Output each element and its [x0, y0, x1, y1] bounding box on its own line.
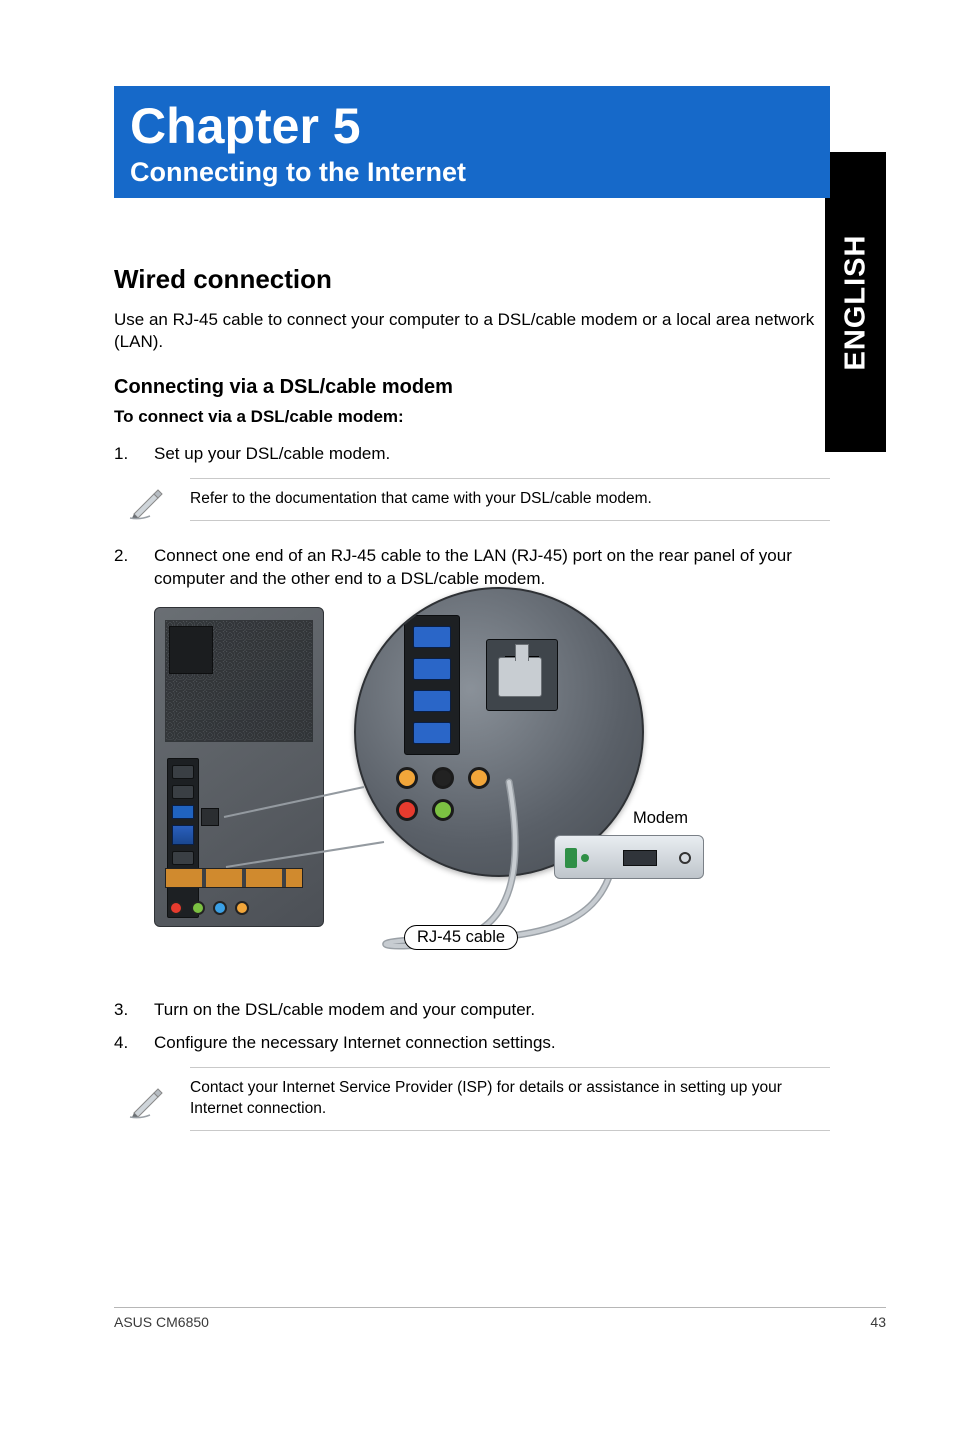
subsection-heading: Connecting via a DSL/cable modem	[114, 376, 830, 399]
step-2: 2. Connect one end of an RJ-45 cable to …	[114, 545, 830, 591]
pc-tower-rear	[154, 607, 324, 927]
step-4-number: 4.	[114, 1032, 154, 1055]
subsection-lead: To connect via a DSL/cable modem:	[114, 407, 830, 427]
pen-icon	[128, 480, 168, 520]
page-footer: ASUS CM6850 43	[114, 1307, 886, 1330]
chapter-subtitle: Connecting to the Internet	[130, 157, 814, 188]
modem-label: Modem	[633, 809, 688, 828]
step-3-number: 3.	[114, 999, 154, 1022]
step-3-text: Turn on the DSL/cable modem and your com…	[154, 999, 830, 1022]
connection-diagram: Modem RJ-45 cable	[154, 607, 684, 967]
chapter-title: Chapter 5	[130, 100, 814, 153]
note-2: Contact your Internet Service Provider (…	[114, 1067, 830, 1131]
step-1: 1. Set up your DSL/cable modem.	[114, 443, 830, 466]
zoom-bubble	[354, 587, 644, 877]
chapter-banner: Chapter 5 Connecting to the Internet	[114, 86, 830, 198]
step-1-number: 1.	[114, 443, 154, 466]
step-4: 4. Configure the necessary Internet conn…	[114, 1032, 830, 1055]
note-2-text: Contact your Internet Service Provider (…	[190, 1067, 830, 1131]
note-1: Refer to the documentation that came wit…	[114, 478, 830, 521]
rj45-cable-label: RJ-45 cable	[404, 925, 518, 950]
step-2-text: Connect one end of an RJ-45 cable to the…	[154, 545, 830, 591]
page-body: Chapter 5 Connecting to the Internet Wir…	[114, 86, 886, 1326]
step-1-text: Set up your DSL/cable modem.	[154, 443, 830, 466]
modem-icon	[554, 835, 704, 879]
note-1-text: Refer to the documentation that came wit…	[190, 478, 830, 521]
section-heading: Wired connection	[114, 264, 830, 295]
step-3: 3. Turn on the DSL/cable modem and your …	[114, 999, 830, 1022]
section-intro: Use an RJ-45 cable to connect your compu…	[114, 309, 830, 355]
footer-page-number: 43	[870, 1314, 886, 1330]
footer-product: ASUS CM6850	[114, 1314, 209, 1330]
pen-icon	[128, 1079, 168, 1119]
step-2-number: 2.	[114, 545, 154, 591]
rj45-plug-icon	[498, 657, 542, 697]
step-4-text: Configure the necessary Internet connect…	[154, 1032, 830, 1055]
